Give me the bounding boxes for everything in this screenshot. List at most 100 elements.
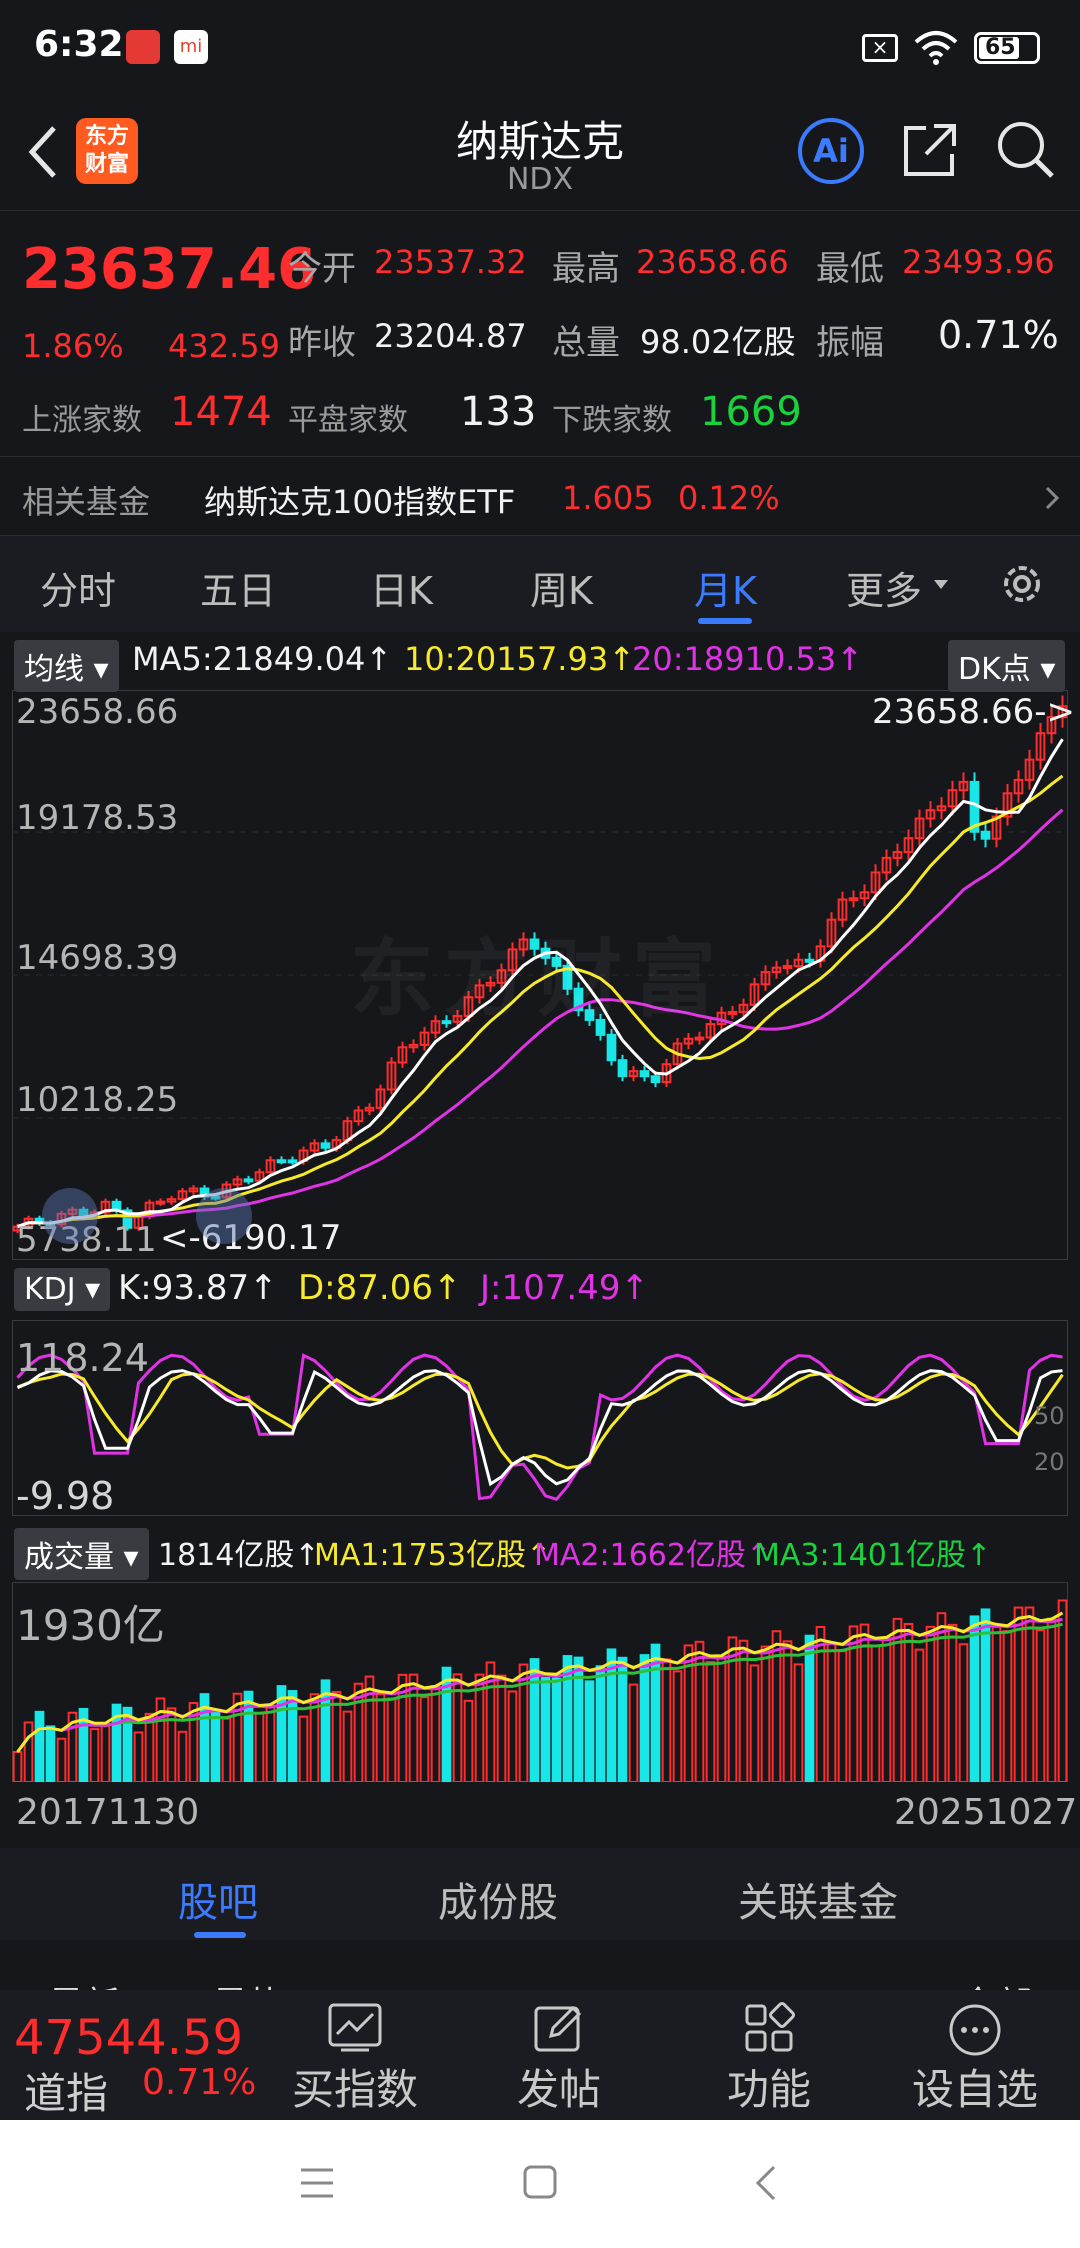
- tab-monthly[interactable]: 月K: [694, 560, 757, 615]
- tab-five-day[interactable]: 五日: [200, 560, 276, 615]
- subtab-latest[interactable]: 最新: [48, 1976, 120, 1990]
- change-amount: 432.59: [168, 327, 280, 365]
- bottom-action-bar: 47544.59 道指 0.71% 买指数 发帖 功能 设自选: [0, 1990, 1080, 2120]
- mi-app-icon: mi: [174, 30, 208, 64]
- add-watchlist-button[interactable]: 设自选: [900, 2000, 1050, 2114]
- gear-icon[interactable]: [996, 558, 1048, 610]
- tab-forum[interactable]: 股吧: [178, 1870, 258, 1928]
- dk-button[interactable]: DK点 ▾: [948, 640, 1066, 692]
- subtab-all[interactable]: 全部: [960, 1976, 1032, 1990]
- kdj-level-20: 20: [1034, 1448, 1065, 1476]
- volume-value: 98.02亿股: [640, 323, 796, 361]
- ma5-text: MA5:21849.04: [132, 640, 366, 678]
- volume-bar: [144, 1712, 155, 1782]
- fund-price: 1.605: [562, 479, 654, 517]
- volume-bar: [837, 1650, 848, 1782]
- kdj-indicator-select[interactable]: KDJ ▾: [14, 1268, 111, 1311]
- buy-index-button[interactable]: 买指数: [280, 2000, 430, 2114]
- fund-name: 纳斯达克100指数ETF: [204, 483, 516, 521]
- active-forum-indicator: [194, 1932, 246, 1938]
- function-label: 功能: [726, 2065, 811, 2114]
- volume-bar: [1013, 1606, 1024, 1782]
- volume-bar: [705, 1661, 716, 1782]
- y-label-3: 14698.39: [16, 938, 179, 978]
- volume-bar: [848, 1625, 859, 1782]
- dk-label: DK点: [958, 652, 1031, 687]
- volume-bar: [551, 1677, 562, 1782]
- volume-bar: [463, 1699, 474, 1782]
- volume-bar: [749, 1664, 760, 1782]
- volume-bar: [375, 1693, 386, 1782]
- prev-close-value: 23204.87: [374, 317, 527, 355]
- down-count: 1669: [700, 389, 802, 435]
- volume-bar: [23, 1721, 34, 1782]
- tab-daily[interactable]: 日K: [370, 560, 433, 615]
- left-scroll-handle[interactable]: [42, 1188, 98, 1244]
- kline-chart-area[interactable]: 均线 ▾ MA5:21849.04↑ 10:20157.93↑ 20:18910…: [0, 632, 1080, 1848]
- volume-bar: [804, 1634, 815, 1782]
- menu-icon[interactable]: [298, 2166, 336, 2200]
- volume-bar: [716, 1657, 727, 1782]
- tab-intraday[interactable]: 分时: [40, 560, 116, 615]
- y-label-4: 10218.25: [16, 1080, 179, 1120]
- volume-bar: [1057, 1599, 1068, 1782]
- function-button[interactable]: 功能: [694, 2000, 844, 2114]
- volume-bar: [958, 1643, 969, 1782]
- add-watchlist-label: 设自选: [911, 2065, 1038, 2114]
- volume-bar: [1024, 1606, 1035, 1782]
- right-scroll-handle[interactable]: [196, 1188, 252, 1244]
- ai-button[interactable]: Ai: [798, 118, 864, 184]
- status-time: 6:32: [34, 24, 124, 65]
- fund-pct: 0.12%: [678, 479, 780, 517]
- volume-bar: [540, 1677, 551, 1782]
- dow-price[interactable]: 47544.59: [14, 2010, 243, 2066]
- tab-more[interactable]: 更多: [846, 560, 922, 615]
- volume-bar: [45, 1725, 56, 1782]
- down-count-label: 下跌家数: [552, 403, 672, 438]
- candle: [606, 1033, 617, 1062]
- y-label-1: 23658.66: [16, 692, 179, 732]
- kdj-chart: [12, 1320, 1068, 1516]
- candle: [287, 1159, 298, 1164]
- volume-bar: [34, 1710, 45, 1782]
- ma10-value: 10:20157.93↑: [404, 640, 635, 678]
- ma-indicator-select[interactable]: 均线 ▾: [14, 640, 119, 692]
- volume-bar: [12, 1751, 23, 1782]
- volume-bar: [595, 1665, 606, 1782]
- volume-indicator-select[interactable]: 成交量 ▾: [14, 1528, 149, 1580]
- volume-bar: [991, 1626, 1002, 1782]
- system-nav-bar: [0, 2120, 1080, 2248]
- tab-weekly[interactable]: 周K: [530, 560, 593, 615]
- volume-bar: [826, 1642, 837, 1782]
- volume-bar: [947, 1623, 958, 1782]
- amplitude-value: 0.71%: [938, 313, 1059, 357]
- volume-bar: [584, 1680, 595, 1782]
- search-icon[interactable]: [994, 118, 1058, 182]
- volume-bar: [1002, 1630, 1013, 1782]
- tab-related-funds[interactable]: 关联基金: [738, 1870, 898, 1928]
- candle: [276, 1159, 287, 1164]
- low-label: 最低: [816, 249, 884, 289]
- volume-bar: [507, 1690, 518, 1782]
- caret-down-icon: [934, 580, 948, 589]
- related-fund-row[interactable]: 相关基金 纳斯达克100指数ETF 1.605 0.12%: [0, 456, 1080, 536]
- candle: [727, 1010, 738, 1015]
- share-icon[interactable]: [900, 120, 960, 180]
- kdj-d-text: D:87.06: [298, 1268, 433, 1308]
- buy-index-label: 买指数: [291, 2065, 418, 2114]
- candle: [980, 830, 991, 840]
- tab-constituents[interactable]: 成份股: [438, 1870, 558, 1928]
- ma-indicator-label: 均线: [24, 652, 84, 687]
- volume-text: 1814亿股: [158, 1538, 295, 1573]
- back-nav-icon[interactable]: [754, 2164, 778, 2202]
- candle: [848, 897, 859, 902]
- candle: [804, 958, 815, 963]
- kdj-indicator-label: KDJ: [24, 1272, 76, 1307]
- volume-bar: [639, 1654, 650, 1782]
- high-label: 最高: [552, 249, 620, 289]
- post-button[interactable]: 发帖: [484, 2000, 634, 2114]
- dow-name: 道指: [24, 2069, 109, 2118]
- flat-count: 133: [460, 389, 537, 435]
- subtab-hot[interactable]: 最热: [212, 1976, 284, 1990]
- home-icon[interactable]: [522, 2164, 558, 2200]
